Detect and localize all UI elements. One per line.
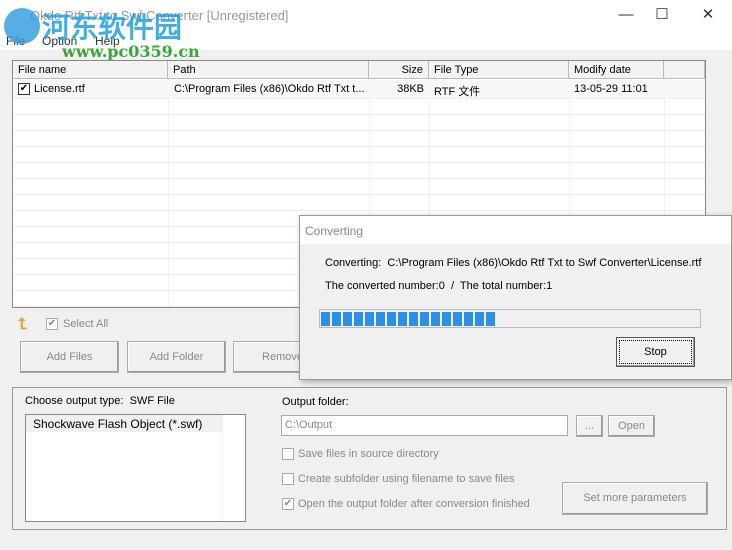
progress-block bbox=[354, 312, 363, 326]
output-type-label: Choose output type: SWF File bbox=[25, 395, 175, 407]
watermark-text: 河东软件园 bbox=[42, 11, 183, 44]
progress-block bbox=[376, 312, 385, 326]
col-path[interactable]: Path bbox=[168, 61, 369, 79]
grid-row-line bbox=[13, 178, 705, 179]
option-checkbox[interactable] bbox=[282, 448, 294, 460]
col-filler bbox=[664, 61, 705, 79]
cell-size: 38KB bbox=[397, 83, 424, 95]
option-checkbox[interactable] bbox=[282, 473, 294, 485]
output-folder-input[interactable]: C:\Output bbox=[281, 415, 568, 436]
progress-block bbox=[332, 312, 341, 326]
format-list[interactable]: Shockwave Flash Object (*.swf) bbox=[25, 414, 246, 522]
progress-block bbox=[486, 312, 495, 326]
progress-block bbox=[475, 312, 484, 326]
maximize-button[interactable]: ☐ bbox=[648, 4, 676, 26]
output-type-caption: Choose output type: bbox=[25, 395, 124, 407]
progress-block bbox=[409, 312, 418, 326]
watermark-logo-icon bbox=[4, 8, 40, 44]
grid-row-line bbox=[13, 98, 705, 99]
dialog-title: Converting bbox=[305, 224, 364, 238]
watermark-url: www.pc0359.cn bbox=[62, 42, 200, 61]
option-label: Open the output folder after conversion … bbox=[298, 498, 530, 510]
converting-path: C:\Program Files (x86)\Okdo Rtf Txt to S… bbox=[387, 257, 702, 269]
browse-button[interactable]: ... bbox=[576, 415, 603, 437]
col-size[interactable]: Size bbox=[369, 61, 429, 79]
cell-type: RTF 文件 bbox=[434, 86, 481, 98]
select-all-label: Select All bbox=[63, 318, 109, 330]
cell-path: C:\Program Files (x86)\Okdo Rtf Txt t... bbox=[174, 83, 365, 95]
option-checkbox[interactable]: ✔ bbox=[282, 498, 294, 510]
grid-row-line bbox=[13, 130, 705, 131]
converting-dialog: Converting Converting: C:\Program Files … bbox=[299, 215, 732, 380]
grid-col-line bbox=[168, 79, 169, 307]
progress-block bbox=[420, 312, 429, 326]
cell-date: 13-05-29 11:01 bbox=[574, 83, 648, 95]
converted-count: The converted number:0 / The total numbe… bbox=[325, 280, 553, 292]
progress-block bbox=[387, 312, 396, 326]
col-file-type[interactable]: File Type bbox=[429, 61, 569, 79]
grid-row-line bbox=[13, 210, 705, 211]
grid-row-line bbox=[13, 114, 705, 115]
progress-block bbox=[398, 312, 407, 326]
col-modify-date[interactable]: Modify date bbox=[569, 61, 664, 79]
progress-block bbox=[431, 312, 440, 326]
close-button[interactable]: ✕ bbox=[694, 4, 722, 26]
add-folder-button[interactable]: Add Folder bbox=[127, 341, 226, 373]
add-files-button[interactable]: Add Files bbox=[20, 341, 119, 373]
stop-button[interactable]: Stop bbox=[616, 337, 695, 367]
progress-block bbox=[453, 312, 462, 326]
progress-block bbox=[343, 312, 352, 326]
format-item[interactable]: Shockwave Flash Object (*.swf) bbox=[26, 415, 222, 432]
col-file-name[interactable]: File name bbox=[13, 61, 168, 79]
grid-row-line bbox=[13, 194, 705, 195]
progress-block bbox=[442, 312, 451, 326]
table-row[interactable]: ✔ License.rtf C:\Program Files (x86)\Okd… bbox=[13, 80, 705, 98]
cell-name: License.rtf bbox=[34, 83, 85, 95]
set-more-parameters-button[interactable]: Set more parameters bbox=[562, 482, 708, 515]
option-label: Save files in source directory bbox=[298, 448, 439, 460]
progress-block bbox=[321, 312, 330, 326]
up-arrow-icon[interactable]: ⮤ bbox=[18, 316, 27, 334]
grid-row-line bbox=[13, 162, 705, 163]
progress-block bbox=[365, 312, 374, 326]
output-type-value: SWF File bbox=[129, 395, 175, 407]
format-list-divider bbox=[222, 415, 223, 521]
option-label: Create subfolder using filename to save … bbox=[298, 473, 515, 485]
grid-row-line bbox=[13, 146, 705, 147]
output-folder-label: Output folder: bbox=[282, 396, 349, 408]
select-all-checkbox[interactable]: ✔ bbox=[46, 318, 58, 330]
progress-fill bbox=[321, 312, 495, 326]
minimize-button[interactable]: — bbox=[612, 4, 640, 26]
open-button[interactable]: Open bbox=[608, 415, 655, 437]
progress-block bbox=[464, 312, 473, 326]
dialog-title-bar bbox=[300, 216, 731, 244]
progress-bar bbox=[319, 309, 701, 328]
converting-label: Converting: bbox=[325, 257, 382, 269]
